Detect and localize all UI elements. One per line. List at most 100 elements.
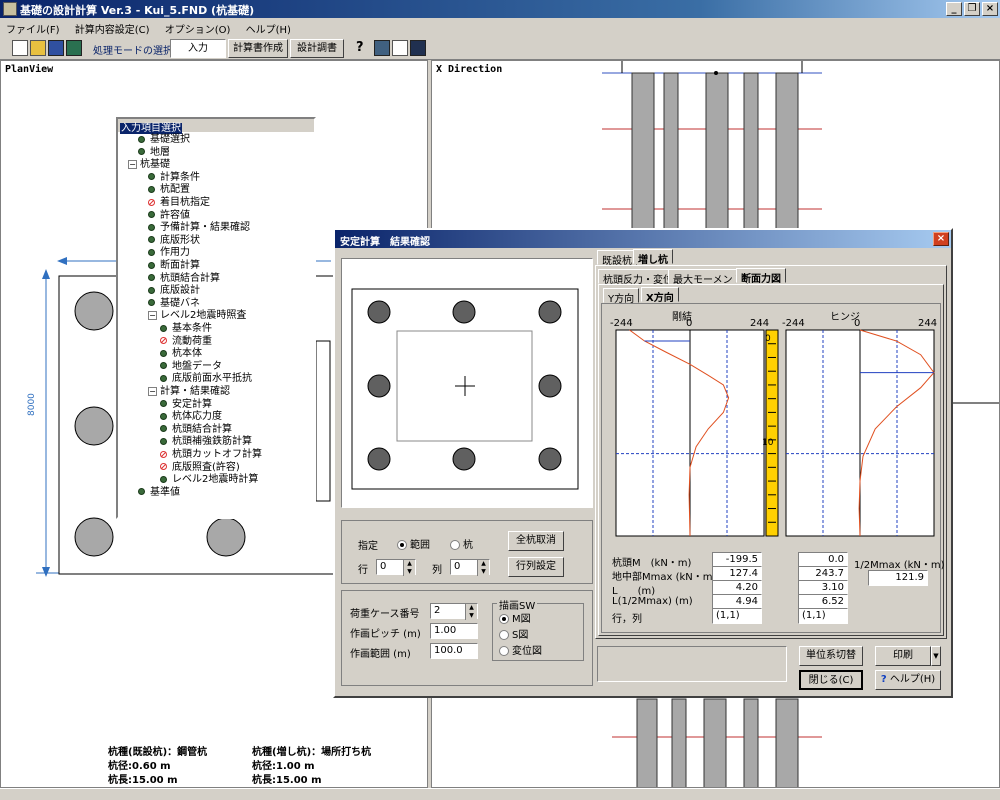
radio-s-diagram[interactable]: S図 [499, 626, 528, 641]
close-window-button[interactable]: × [982, 2, 998, 16]
tree-item[interactable]: 着目杭指定 [148, 197, 210, 209]
tree-item[interactable]: 許容値 [148, 210, 190, 222]
tree-item[interactable]: 底版前面水平抵抗 [160, 373, 252, 385]
unit-switch-button[interactable]: 単位系切替 [799, 646, 863, 666]
hinge-value: (1,1) [798, 608, 848, 624]
row-col-set-button[interactable]: 行列設定 [508, 557, 564, 577]
tree-title: 入力項目選択 [120, 123, 182, 134]
row-field[interactable]: 0 ▲ ▼ [376, 559, 416, 576]
tree-item[interactable]: 杭頭結合計算 [148, 273, 220, 285]
range-field[interactable]: 100.0 [430, 643, 478, 659]
pitch-field[interactable]: 1.00 [430, 623, 478, 639]
result-row-label: 地中部Mmax (kN・m) [612, 572, 717, 583]
tree-item[interactable]: 流動荷重 [160, 336, 212, 348]
tree-item[interactable]: 杭本体 [160, 348, 202, 360]
tree-item[interactable]: レベル2地震時計算 [160, 474, 258, 486]
tab-y-direction[interactable]: Y方向 [603, 288, 640, 305]
tree-item[interactable]: 底版設計 [148, 285, 200, 297]
tree-item[interactable]: 杭頭カットオフ計算 [160, 449, 262, 461]
tree-item[interactable]: 杭体応力度 [160, 411, 222, 423]
new-file-icon[interactable] [12, 40, 28, 56]
restore-button[interactable]: ❐ [964, 2, 980, 16]
collapse-icon: − [148, 310, 157, 320]
radio-displacement[interactable]: 変位図 [499, 642, 542, 657]
radio-pile[interactable]: 杭 [450, 536, 473, 551]
tree-item[interactable]: 杭配置 [148, 184, 190, 196]
col-field[interactable]: 0 ▲ ▼ [450, 559, 490, 576]
tree-item[interactable]: 安定計算 [160, 399, 212, 411]
building-icon[interactable] [410, 40, 426, 56]
clear-all-piles-button[interactable]: 全杭取消 [508, 531, 564, 551]
tree-item[interactable]: 作用力 [148, 247, 190, 259]
result-tab-panel: 杭頭反力・変位 最大モーメント 断面力図 Y方向 X方向 剛結 ヒンジ -244… [595, 265, 947, 639]
tree-item[interactable]: − 杭基礎 [128, 159, 170, 171]
tree-item[interactable]: 予備計算・結果確認 [148, 222, 250, 234]
tree-item-label: 計算条件 [160, 171, 200, 183]
print-button[interactable]: 印刷 [875, 646, 931, 666]
tree-item[interactable]: 計算条件 [148, 172, 200, 184]
bullet-icon [138, 135, 145, 143]
tab-section-force[interactable]: 断面力図 [736, 268, 786, 285]
dialog-close-icon[interactable]: × [933, 232, 949, 246]
mode-input-button[interactable]: 入力 [170, 39, 226, 58]
tree-item[interactable]: 基礎選択 [138, 134, 190, 146]
save-icon[interactable] [48, 40, 64, 56]
tree-item[interactable]: 底版照査(許容) [160, 462, 240, 474]
mode-report-button[interactable]: 計算書作成 [228, 39, 288, 58]
dialog-title: 安定計算 結果確認 [340, 237, 430, 248]
calc-icon[interactable] [374, 40, 390, 56]
message-area [597, 646, 787, 682]
tree-item-label: 杭本体 [172, 348, 202, 360]
help-icon[interactable]: ? [356, 40, 372, 56]
bullet-icon [160, 324, 167, 332]
tree-item-label: 地層 [150, 146, 170, 158]
pile2-length: 杭長:15.00 m [252, 775, 322, 786]
bullet-icon [160, 349, 167, 357]
tab-existing-pile[interactable]: 既設杭 [597, 250, 637, 267]
tree-item[interactable]: 基礎バネ [148, 298, 200, 310]
bullet-icon [138, 148, 145, 156]
mode-survey-button[interactable]: 設計調書 [290, 39, 344, 58]
tree-item-label: 杭体応力度 [172, 411, 222, 423]
row-label: 行 [358, 565, 368, 576]
radio-range[interactable]: 範囲 [397, 536, 430, 551]
tree-item-label: 底版設計 [160, 285, 200, 297]
tab-added-pile[interactable]: 増し杭 [633, 249, 673, 266]
moment-chart [615, 329, 935, 537]
tree-item[interactable]: 断面計算 [148, 260, 200, 272]
tree-item[interactable]: 杭頭補強鉄筋計算 [160, 436, 252, 448]
tree-item[interactable]: 底版形状 [148, 235, 200, 247]
bullet-icon [148, 248, 155, 256]
print-dropdown-icon[interactable]: ▼ [931, 646, 941, 666]
tree-item[interactable]: 地層 [138, 147, 170, 159]
result-row-label: L (m) [612, 586, 656, 597]
load-case-field[interactable]: 2 ▲ ▼ [430, 603, 478, 620]
bullet-icon [148, 274, 155, 282]
help-button[interactable]: ? ヘルプ(H) [875, 670, 941, 690]
open-folder-icon[interactable] [30, 40, 46, 56]
tree-item-label: 杭基礎 [140, 159, 170, 171]
tree-item[interactable]: 杭頭結合計算 [160, 424, 232, 436]
close-dialog-button[interactable]: 閉じる(C) [799, 670, 863, 690]
tree-item-label: 計算・結果確認 [160, 386, 230, 397]
range-label: 作画範囲 (m) [350, 649, 411, 660]
half-mmax-field: 121.9 [868, 570, 928, 586]
tree-item-label: 安定計算 [172, 398, 212, 410]
radio-m-diagram[interactable]: M図 [499, 610, 531, 625]
tree-item-label: レベル2地震時計算 [172, 474, 259, 486]
window-icon[interactable] [392, 40, 408, 56]
x-direction-panel: 剛結 ヒンジ -244 0 244 -244 0 244 0 10 杭頭M (k… [601, 303, 945, 633]
tree-item-label: レベル2地震時照査 [160, 310, 247, 322]
tree-item[interactable]: 基準値 [138, 487, 180, 499]
tree-item[interactable]: − 計算・結果確認 [148, 386, 230, 398]
tree-item[interactable]: − レベル2地震時照査 [148, 310, 246, 322]
depth-label-mid: 10 [762, 438, 774, 448]
tree-item[interactable]: 基本条件 [160, 323, 212, 335]
minimize-button[interactable]: _ [946, 2, 962, 16]
tree-item[interactable]: 地盤データ [160, 361, 222, 373]
tab-reaction-disp[interactable]: 杭頭反力・変位 [598, 269, 678, 286]
export-icon[interactable] [66, 40, 82, 56]
input-item-tree[interactable]: 入力項目選択 基礎選択 地層 − 杭基礎 計算条件 杭配置 着目杭指定 許容値 予備計算・結果確… [116, 117, 316, 519]
tree-item-label: 杭頭カットオフ計算 [172, 449, 262, 460]
tab-x-direction[interactable]: X方向 [641, 287, 679, 304]
